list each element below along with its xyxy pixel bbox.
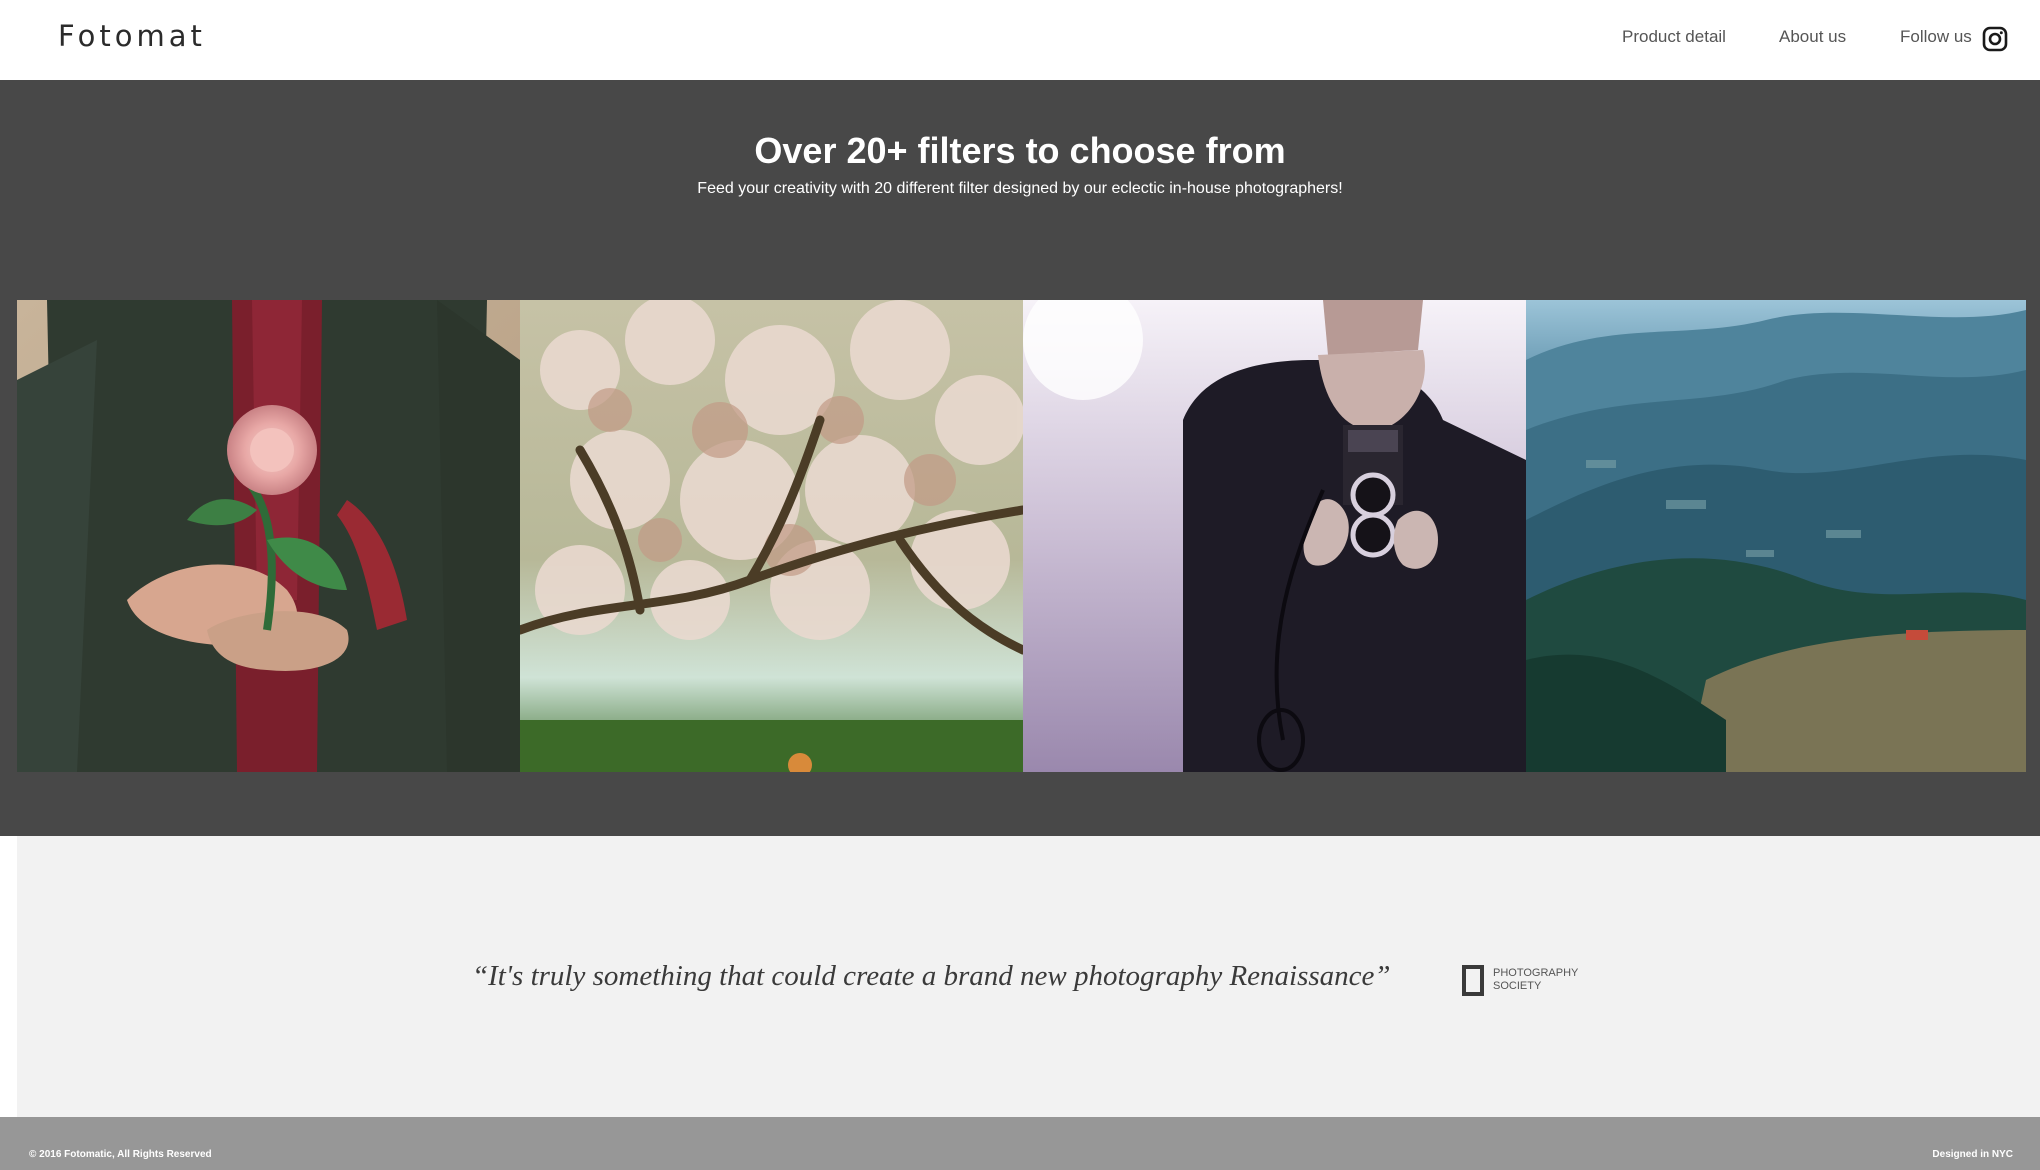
copyright-text: © 2016 Fotomatic, All Rights Reserved: [29, 1149, 212, 1160]
nav-about-us[interactable]: About us: [1779, 27, 1846, 47]
filters-section: Over 20+ filters to choose from Feed you…: [0, 80, 2040, 836]
society-frame-icon: [1462, 964, 1484, 996]
filters-heading: Over 20+ filters to choose from: [754, 130, 1286, 171]
photo-person-holding-rose[interactable]: [17, 300, 520, 772]
designed-in-text: Designed in NYC: [1932, 1149, 2013, 1160]
nav-product-detail[interactable]: Product detail: [1622, 27, 1726, 47]
site-header: Fotomat Product detail About us Follow u…: [0, 0, 2040, 80]
photography-society-logo: PHOTOGRAPHY SOCIETY: [1462, 964, 1583, 996]
nav-follow-us[interactable]: Follow us: [1900, 27, 1972, 47]
photo-mountain-valley[interactable]: [1526, 300, 2026, 772]
instagram-icon[interactable]: [1982, 26, 2008, 52]
society-name: PHOTOGRAPHY SOCIETY: [1493, 967, 1579, 992]
testimonial-quote: “It's truly something that could create …: [472, 960, 1391, 992]
site-footer: © 2016 Fotomatic, All Rights Reserved De…: [0, 1117, 2040, 1170]
testimonial-section: “It's truly something that could create …: [17, 836, 2040, 1117]
site-logo[interactable]: Fotomat: [58, 19, 206, 53]
filter-gallery: [17, 300, 2026, 772]
photo-man-with-camera[interactable]: [1023, 300, 1526, 772]
photo-blossoming-tree[interactable]: [520, 300, 1023, 772]
filters-subheading: Feed your creativity with 20 different f…: [697, 180, 1343, 197]
